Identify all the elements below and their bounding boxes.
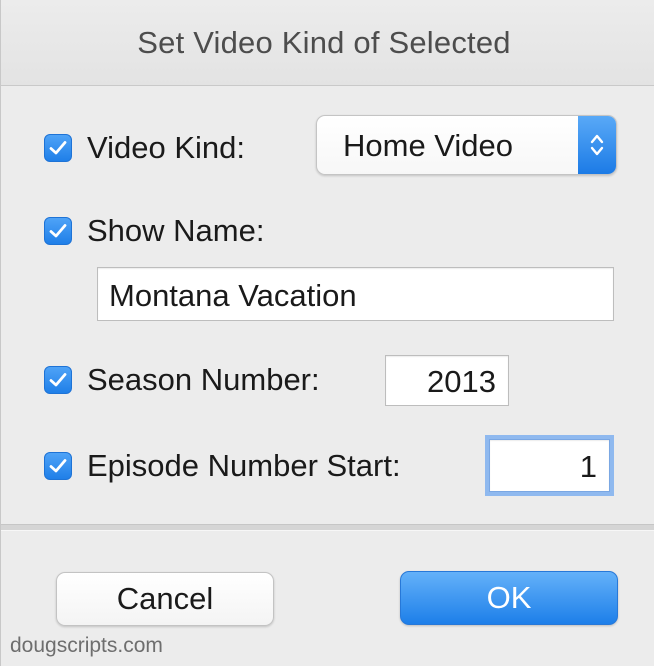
episode-number-start-row: Episode Number Start: bbox=[44, 448, 401, 484]
show-name-input[interactable]: Montana Vacation bbox=[97, 267, 614, 321]
show-name-checkbox[interactable] bbox=[44, 217, 72, 245]
separator bbox=[1, 524, 654, 531]
checkmark-icon bbox=[49, 373, 67, 387]
episode-number-start-input[interactable]: 1 bbox=[489, 439, 610, 492]
ok-button[interactable]: OK bbox=[400, 571, 618, 625]
checkmark-icon bbox=[49, 459, 67, 473]
title-bar: Set Video Kind of Selected bbox=[1, 0, 654, 86]
episode-number-start-label: Episode Number Start: bbox=[87, 448, 401, 483]
video-kind-popup[interactable]: Home Video bbox=[316, 115, 617, 175]
footer-credit: dougscripts.com bbox=[10, 634, 163, 657]
video-kind-label: Video Kind: bbox=[87, 130, 245, 165]
video-kind-checkbox[interactable] bbox=[44, 134, 72, 162]
chevron-up-down-icon bbox=[578, 116, 616, 174]
episode-number-start-checkbox[interactable] bbox=[44, 452, 72, 480]
cancel-button[interactable]: Cancel bbox=[56, 572, 274, 626]
checkmark-icon bbox=[49, 141, 67, 155]
show-name-row: Show Name: bbox=[44, 213, 264, 249]
season-number-label: Season Number: bbox=[87, 362, 320, 397]
video-kind-row: Video Kind: bbox=[44, 130, 245, 166]
window-title: Set Video Kind of Selected bbox=[137, 24, 511, 60]
season-number-checkbox[interactable] bbox=[44, 366, 72, 394]
dialog-window: Set Video Kind of Selected Video Kind: H… bbox=[0, 0, 654, 666]
video-kind-selected-value: Home Video bbox=[343, 128, 514, 163]
season-number-row: Season Number: bbox=[44, 362, 320, 398]
show-name-label: Show Name: bbox=[87, 213, 265, 248]
season-number-input[interactable]: 2013 bbox=[385, 355, 509, 406]
checkmark-icon bbox=[49, 224, 67, 238]
